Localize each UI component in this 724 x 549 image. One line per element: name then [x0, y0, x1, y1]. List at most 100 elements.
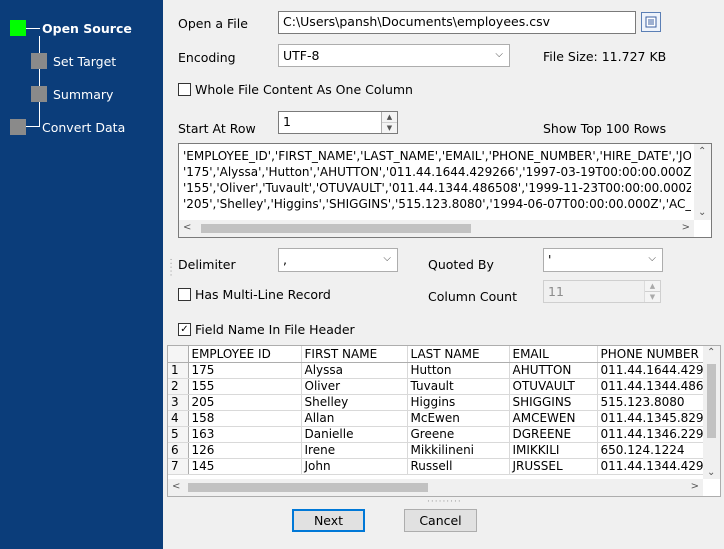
chevron-up-icon[interactable]: ⌃: [707, 347, 715, 358]
table-cell: IMIKKILI: [509, 442, 598, 459]
chevron-down-icon[interactable]: ⌄: [698, 207, 706, 218]
table-cell: 650.124.1224: [597, 442, 716, 459]
step-indicator-icon: [31, 53, 47, 69]
start-row-stepper[interactable]: 1 ▲ ▼: [278, 111, 398, 134]
table-row[interactable]: 3 205 Shelley Higgins SHIGGINS 515.123.8…: [168, 394, 716, 411]
table-header-row: EMPLOYEE ID FIRST NAME LAST NAME EMAIL P…: [168, 346, 716, 363]
field-name-header-checkbox-row[interactable]: ✓ Field Name In File Header: [178, 322, 355, 337]
cancel-button[interactable]: Cancel: [404, 509, 477, 532]
table-row[interactable]: 1 175 Alyssa Hutton AHUTTON 011.44.1644.…: [168, 362, 716, 379]
table-cell: 011.44.1344.4865: [597, 378, 716, 395]
wizard-sidebar: Open Source Set Target Summary Convert D…: [0, 0, 163, 549]
step-set-target[interactable]: Set Target: [31, 51, 116, 71]
delimiter-select[interactable]: , ⌵: [278, 248, 398, 272]
step-connector-line: [39, 36, 40, 127]
column-count-value: 11: [548, 284, 564, 299]
row-number-header: [168, 346, 189, 363]
table-cell: McEwen: [407, 410, 510, 427]
table-cell: 175: [188, 362, 302, 379]
quoted-by-select[interactable]: ' ⌵: [543, 248, 663, 272]
splitter-handle[interactable]: ·········: [427, 497, 462, 507]
column-header[interactable]: FIRST NAME: [301, 346, 408, 363]
preview-vertical-scrollbar[interactable]: ⌃ ⌄: [694, 144, 711, 220]
chevron-left-icon[interactable]: <: [183, 222, 191, 233]
file-size-text: File Size: 11.727 KB: [543, 49, 667, 64]
preview-line: 'EMPLOYEE_ID','FIRST_NAME','LAST_NAME','…: [183, 149, 691, 163]
grid-horizontal-scrollbar[interactable]: < >: [168, 479, 703, 496]
file-preview-box[interactable]: 'EMPLOYEE_ID','FIRST_NAME','LAST_NAME','…: [178, 143, 712, 238]
table-cell: Tuvault: [407, 378, 510, 395]
table-cell: AHUTTON: [509, 362, 598, 379]
table-row[interactable]: 6 126 Irene Mikkilineni IMIKKILI 650.124…: [168, 442, 716, 459]
stepper-up-icon[interactable]: ▲: [382, 112, 397, 123]
preview-line: '205','Shelley','Higgins','SHIGGINS','51…: [183, 197, 691, 211]
column-header[interactable]: EMAIL: [509, 346, 598, 363]
chevron-down-icon: ⌵: [383, 253, 391, 264]
splitter-handle[interactable]: ·····: [165, 258, 175, 277]
column-header[interactable]: EMPLOYEE ID: [188, 346, 302, 363]
field-name-header-checkbox[interactable]: ✓: [178, 323, 191, 336]
table-row[interactable]: 4 158 Allan McEwen AMCEWEN 011.44.1345.8…: [168, 410, 716, 427]
scrollbar-thumb[interactable]: [201, 224, 471, 233]
table-cell: Danielle: [301, 426, 408, 443]
stepper-down-icon[interactable]: ▼: [382, 123, 397, 133]
column-header[interactable]: PHONE NUMBER: [597, 346, 716, 363]
chevron-left-icon[interactable]: <: [172, 481, 180, 492]
data-grid[interactable]: EMPLOYEE ID FIRST NAME LAST NAME EMAIL P…: [167, 345, 721, 497]
table-cell: Shelley: [301, 394, 408, 411]
scrollbar-thumb[interactable]: [188, 483, 428, 492]
browse-button[interactable]: [641, 12, 661, 32]
multi-line-checkbox-row[interactable]: Has Multi-Line Record: [178, 287, 331, 302]
whole-file-checkbox[interactable]: [178, 83, 191, 96]
encoding-select[interactable]: UTF-8 ⌵: [278, 44, 510, 67]
grid-vertical-scrollbar[interactable]: ⌃ ⌄: [703, 346, 720, 479]
start-row-value: 1: [283, 114, 291, 129]
whole-file-label: Whole File Content As One Column: [195, 82, 413, 97]
table-row[interactable]: 7 145 John Russell JRUSSEL 011.44.1344.4…: [168, 458, 716, 475]
chevron-right-icon[interactable]: >: [691, 481, 699, 492]
step-indicator-icon: [31, 86, 47, 102]
table-cell: John: [301, 458, 408, 475]
step-label: Open Source: [42, 20, 132, 36]
step-open-source[interactable]: Open Source: [10, 18, 132, 38]
column-header[interactable]: LAST NAME: [407, 346, 510, 363]
whole-file-checkbox-row[interactable]: Whole File Content As One Column: [178, 82, 413, 97]
column-count-stepper: 11 ▲ ▼: [543, 280, 661, 303]
stepper-buttons[interactable]: ▲ ▼: [381, 112, 397, 133]
table-row[interactable]: 5 163 Danielle Greene DGREENE 011.44.134…: [168, 426, 716, 443]
preview-horizontal-scrollbar[interactable]: < >: [179, 220, 694, 237]
table-cell: 155: [188, 378, 302, 395]
quoted-by-value: ': [548, 252, 552, 267]
step-label: Set Target: [53, 53, 117, 69]
table-cell: AMCEWEN: [509, 410, 598, 427]
table-cell: 126: [188, 442, 302, 459]
table-cell: 011.44.1345.8292: [597, 410, 716, 427]
stepper-down-icon: ▼: [645, 292, 660, 302]
step-convert-data[interactable]: Convert Data: [10, 117, 125, 137]
chevron-up-icon[interactable]: ⌃: [698, 146, 706, 157]
row-number: 2: [168, 378, 189, 395]
encoding-value: UTF-8: [283, 48, 320, 63]
quoted-by-label: Quoted By: [428, 257, 494, 272]
file-path-input[interactable]: C:\Users\pansh\Documents\employees.csv: [278, 11, 636, 34]
chevron-down-icon: ⌵: [495, 49, 503, 60]
preview-line: '175','Alyssa','Hutton','AHUTTON','011.4…: [183, 165, 691, 179]
step-label: Convert Data: [42, 119, 126, 135]
chevron-down-icon[interactable]: ⌄: [707, 467, 715, 478]
next-button[interactable]: Next: [292, 509, 365, 532]
field-name-header-label: Field Name In File Header: [195, 322, 355, 337]
open-file-label: Open a File: [178, 16, 248, 31]
chevron-right-icon[interactable]: >: [682, 222, 690, 233]
table-cell: Oliver: [301, 378, 408, 395]
browse-file-icon: [645, 16, 657, 28]
scrollbar-thumb[interactable]: [707, 364, 716, 438]
data-table: EMPLOYEE ID FIRST NAME LAST NAME EMAIL P…: [168, 346, 716, 475]
step-summary[interactable]: Summary: [31, 84, 113, 104]
table-cell: Mikkilineni: [407, 442, 510, 459]
row-number: 3: [168, 394, 189, 411]
encoding-label: Encoding: [178, 50, 236, 65]
table-cell: Irene: [301, 442, 408, 459]
multi-line-checkbox[interactable]: [178, 288, 191, 301]
table-row[interactable]: 2 155 Oliver Tuvault OTUVAULT 011.44.134…: [168, 378, 716, 395]
table-cell: Hutton: [407, 362, 510, 379]
